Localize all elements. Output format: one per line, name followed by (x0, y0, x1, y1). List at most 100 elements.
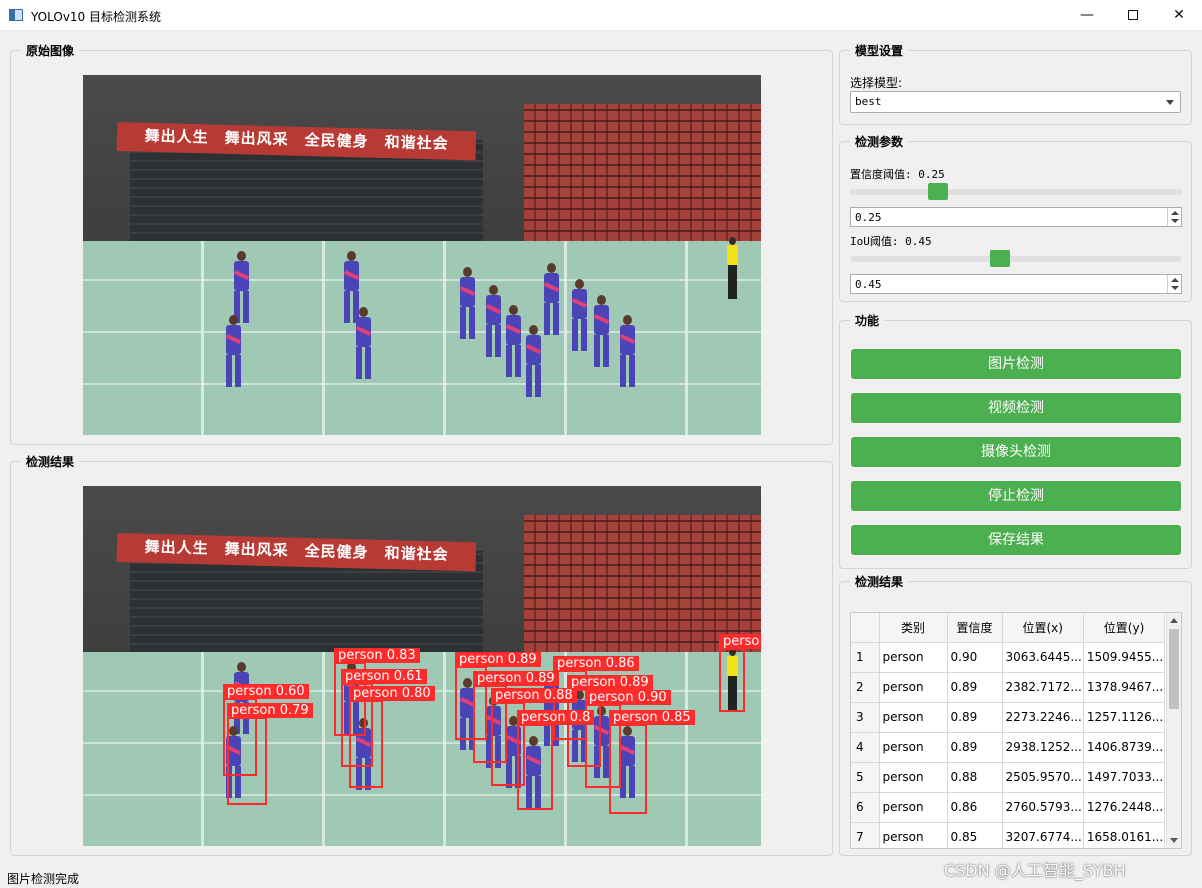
confidence-slider[interactable] (850, 182, 1182, 202)
cell-x: 3063.6445... (1002, 642, 1084, 673)
original-image: 舞出人生 舞出风采 全民健身 和谐社会 (83, 75, 761, 435)
detection-box: person 0.85 (609, 710, 695, 814)
model-select-label: 选择模型: (850, 76, 903, 90)
table-row[interactable]: 3 person 0.89 2273.2246... 1257.1126... (851, 702, 1166, 733)
column-header-x[interactable]: 位置(x) (1002, 613, 1084, 643)
cell-y: 1276.2448... (1083, 792, 1166, 823)
row-number: 3 (851, 702, 880, 733)
cell-y: 1497.7033... (1083, 762, 1166, 793)
table-row[interactable]: 1 person 0.90 3063.6445... 1509.9455... (851, 642, 1166, 673)
functions-title: 功能 (850, 312, 885, 329)
cell-class: person (879, 672, 948, 703)
row-number: 1 (851, 642, 880, 673)
row-number: 6 (851, 792, 880, 823)
table-scrollbar[interactable] (1166, 613, 1181, 848)
confidence-spinbox[interactable]: 0.25 (850, 207, 1182, 227)
image-detect-button[interactable]: 图片检测 (851, 349, 1181, 379)
minimize-button[interactable]: — (1064, 0, 1110, 31)
detection-label: person 0.90 (585, 690, 671, 705)
window-title: YOLOv10 目标检测系统 (31, 10, 162, 24)
cell-x: 2938.1252... (1002, 732, 1084, 763)
status-text: 图片检测完成 (7, 872, 80, 886)
maximize-icon (1128, 10, 1138, 20)
cell-confidence: 0.89 (947, 732, 1003, 763)
save-results-button[interactable]: 保存结果 (851, 525, 1181, 555)
detection-box: person 0.80 (349, 686, 435, 788)
model-select[interactable]: best (850, 91, 1181, 113)
detection-label: person 0.83 (334, 648, 420, 663)
table-row[interactable]: 5 person 0.88 2505.9570... 1497.7033... (851, 762, 1166, 793)
detection-params-group: 检测参数 置信度阈值: 0.25 0.25 IoU阈值: 0.45 0.45 (839, 133, 1192, 302)
confidence-value: 0.25 (855, 211, 882, 224)
detection-label: person 0.61 (341, 669, 427, 684)
table-row[interactable]: 4 person 0.89 2938.1252... 1406.8739... (851, 732, 1166, 763)
row-number: 2 (851, 672, 880, 703)
cell-class: person (879, 732, 948, 763)
detection-label: person 0.60 (223, 684, 309, 699)
row-number: 7 (851, 822, 880, 848)
cell-confidence: 0.86 (947, 792, 1003, 823)
spin-down-icon[interactable] (1171, 219, 1179, 223)
cell-y: 1406.8739... (1083, 732, 1166, 763)
spin-up-icon[interactable] (1171, 211, 1179, 215)
cell-y: 1509.9455... (1083, 642, 1166, 673)
cell-x: 2760.5793... (1002, 792, 1084, 823)
detection-label: person 0.89 (455, 652, 541, 667)
row-number: 4 (851, 732, 880, 763)
cell-class: person (879, 822, 948, 848)
chevron-down-icon (1166, 100, 1174, 105)
maximize-button[interactable] (1110, 0, 1156, 31)
detection-label: person 0.89 (567, 675, 653, 690)
iou-slider-handle[interactable] (990, 250, 1010, 267)
cell-class: person (879, 702, 948, 733)
column-header-y[interactable]: 位置(y) (1083, 613, 1166, 643)
scroll-up-icon[interactable] (1170, 618, 1178, 623)
detection-label: person 0.8 (517, 710, 595, 725)
detection-label: person 0.80 (349, 686, 435, 701)
detection-label: person 0.88 (491, 688, 577, 703)
cell-y: 1658.0161... (1083, 822, 1166, 848)
stop-detect-button[interactable]: 停止检测 (851, 481, 1181, 511)
confidence-slider-handle[interactable] (928, 183, 948, 200)
table-row[interactable]: 6 person 0.86 2760.5793... 1276.2448... (851, 792, 1166, 823)
close-button[interactable]: ✕ (1156, 0, 1202, 31)
video-detect-button[interactable]: 视频检测 (851, 393, 1181, 423)
cell-x: 3207.6774... (1002, 822, 1084, 848)
spin-down-icon[interactable] (1171, 286, 1179, 290)
results-table-group: 检测结果 类别 置信度 位置(x) 位置(y) 1 person 0.90 30… (839, 573, 1192, 856)
detection-label: person 0.86 (553, 656, 639, 671)
result-image-title: 检测结果 (21, 453, 80, 470)
cell-confidence: 0.89 (947, 702, 1003, 733)
watermark: CSDN @人工智能_SYBH (944, 861, 1126, 880)
camera-detect-button[interactable]: 摄像头检测 (851, 437, 1181, 467)
scroll-down-icon[interactable] (1170, 838, 1178, 843)
model-select-value: best (855, 95, 882, 108)
table-header-row: 类别 置信度 位置(x) 位置(y) (851, 613, 1166, 643)
table-row[interactable]: 2 person 0.89 2382.7172... 1378.9467... (851, 672, 1166, 703)
column-header-confidence[interactable]: 置信度 (947, 613, 1003, 643)
result-image-group: 检测结果 舞出人生 舞出风采 全民健身 和谐社会 person 0.83 per… (10, 453, 833, 856)
corner-header[interactable] (851, 613, 880, 643)
cell-confidence: 0.90 (947, 642, 1003, 673)
detection-label: perso (719, 634, 761, 649)
cell-x: 2273.2246... (1002, 702, 1084, 733)
spin-up-icon[interactable] (1171, 278, 1179, 282)
scroll-thumb[interactable] (1169, 629, 1179, 709)
table-row[interactable]: 7 person 0.85 3207.6774... 1658.0161... (851, 822, 1166, 848)
model-settings-title: 模型设置 (850, 42, 909, 59)
functions-group: 功能 图片检测 视频检测 摄像头检测 停止检测 保存结果 (839, 312, 1192, 569)
iou-spinbox[interactable]: 0.45 (850, 274, 1182, 294)
row-number: 5 (851, 762, 880, 793)
iou-slider[interactable] (850, 249, 1182, 269)
cell-class: person (879, 642, 948, 673)
cell-y: 1257.1126... (1083, 702, 1166, 733)
detection-label: person 0.85 (609, 710, 695, 725)
detection-params-title: 检测参数 (850, 133, 909, 150)
detection-label: person 0.89 (473, 671, 559, 686)
column-header-class[interactable]: 类别 (879, 613, 948, 643)
cell-x: 2505.9570... (1002, 762, 1084, 793)
cell-x: 2382.7172... (1002, 672, 1084, 703)
results-table[interactable]: 类别 置信度 位置(x) 位置(y) 1 person 0.90 3063.64… (850, 612, 1182, 849)
model-settings-group: 模型设置 选择模型: best (839, 42, 1192, 125)
results-table-title: 检测结果 (850, 573, 909, 590)
